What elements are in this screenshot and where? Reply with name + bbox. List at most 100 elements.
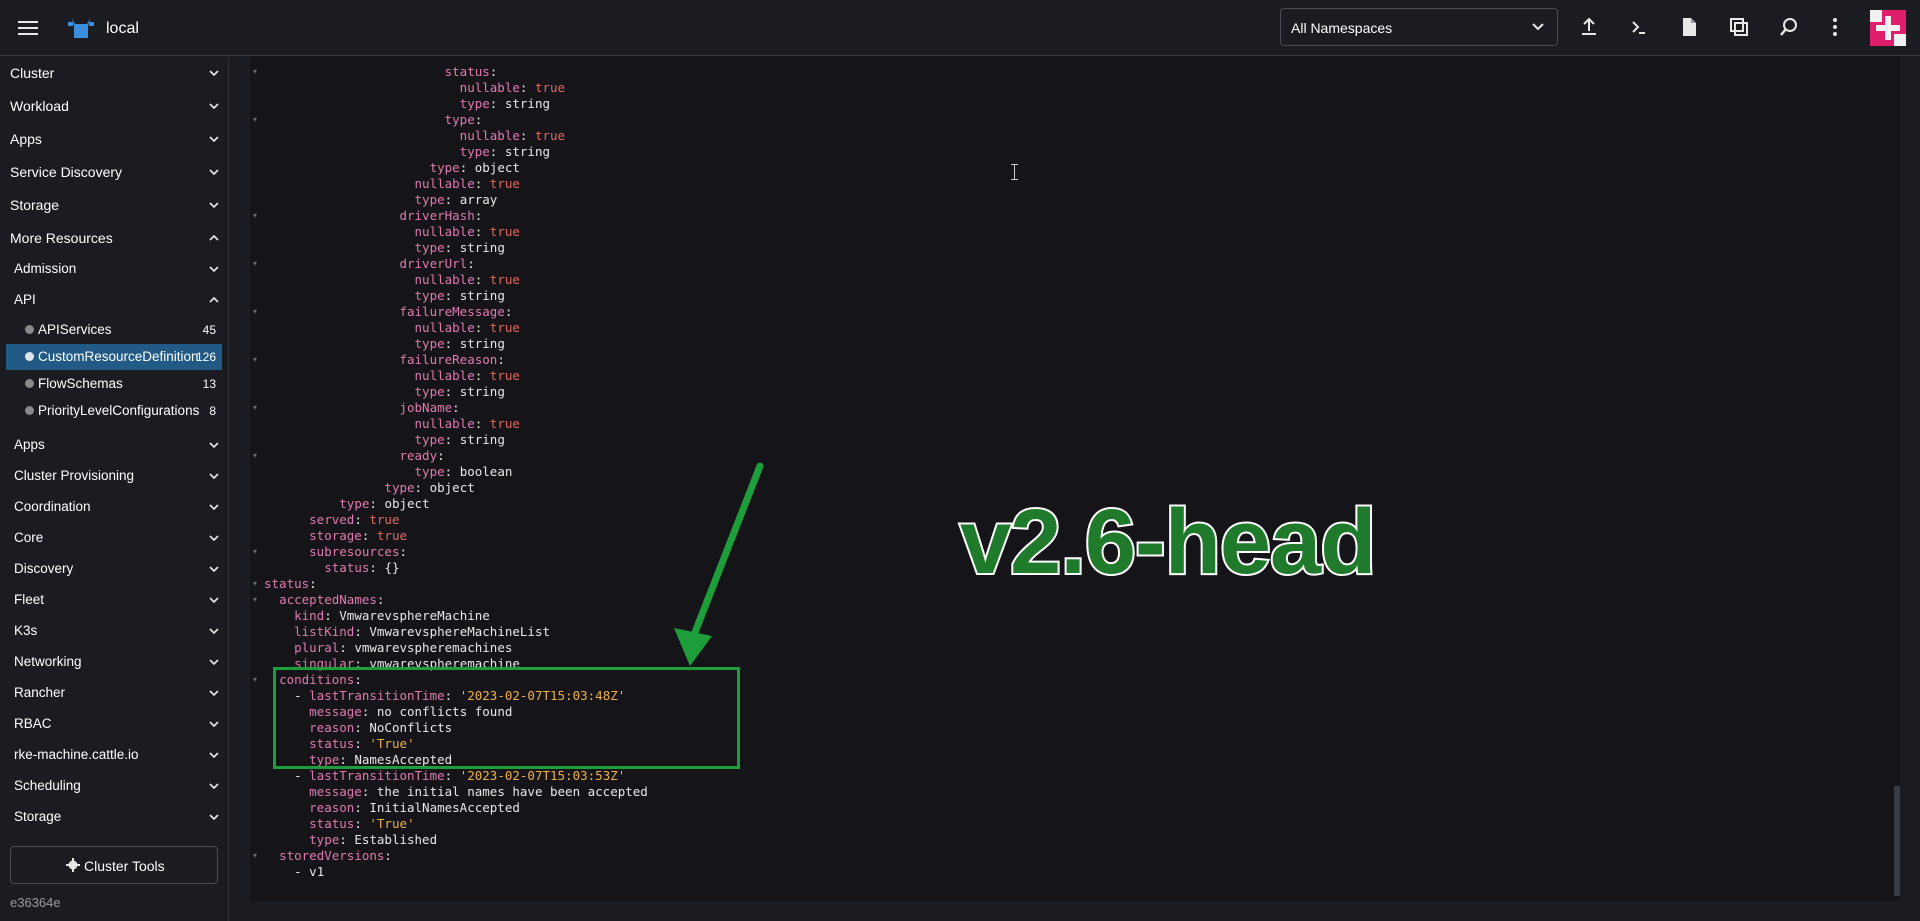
yaml-line: ready: xyxy=(399,448,445,463)
yaml-line: driverHash: xyxy=(399,208,483,223)
sidebar-group-cluster[interactable]: Cluster xyxy=(0,58,228,88)
chevron-down-icon xyxy=(209,136,219,143)
yaml-line: listKind: VmwarevsphereMachineList xyxy=(294,624,551,639)
annotation-arrow-icon xyxy=(674,462,764,666)
sidebar-item-apiservices[interactable]: APIServices 45 xyxy=(6,317,222,343)
yaml-line: type: string xyxy=(459,144,550,159)
yaml-key: type xyxy=(339,496,370,511)
sidebar-subgroup-api[interactable]: API xyxy=(0,285,228,315)
yaml-line: plural: vmwarevspheremachines xyxy=(294,640,513,655)
sidebar-subgroup-admission[interactable]: Admission xyxy=(0,254,228,284)
sidebar-group-storage[interactable]: Storage xyxy=(0,190,228,220)
cluster-cow-icon[interactable] xyxy=(66,14,96,42)
sidebar-item-prioritylevelconfigurations[interactable]: PriorityLevelConfigurations 8 xyxy=(6,398,222,424)
sidebar-group-label: Cluster xyxy=(10,65,55,81)
yaml-line: type: object xyxy=(339,496,430,511)
yaml-key: failureReason xyxy=(399,352,498,367)
sidebar-subgroup-label: K3s xyxy=(14,623,38,638)
namespace-select-value: All Namespaces xyxy=(1291,20,1393,36)
fold-toggle-icon[interactable]: ▾ xyxy=(250,352,260,368)
sidebar-group-apps[interactable]: Apps xyxy=(0,124,228,154)
yaml-line: storage: true xyxy=(309,528,408,543)
copy-kubeconfig-icon[interactable] xyxy=(1728,16,1750,38)
fold-toggle-icon[interactable]: ▾ xyxy=(250,304,260,320)
yaml-line: - v1 xyxy=(294,864,325,879)
conditions-highlight-box xyxy=(273,667,740,769)
yaml-line: type: string xyxy=(414,336,505,351)
sidebar-group-more-resources[interactable]: More Resources xyxy=(0,223,228,253)
chevron-down-icon xyxy=(209,266,219,273)
more-vertical-icon[interactable] xyxy=(1824,16,1846,38)
yaml-value: '2023-02-07T15:03:53Z' xyxy=(459,768,626,783)
sidebar-subgroup-coordination[interactable]: Coordination xyxy=(0,492,228,522)
yaml-key: jobName xyxy=(399,400,453,415)
yaml-value: true xyxy=(376,528,408,543)
sidebar-item-count: 8 xyxy=(209,404,216,418)
fold-toggle-icon[interactable]: ▾ xyxy=(250,64,260,80)
fold-toggle-icon[interactable]: ▾ xyxy=(250,448,260,464)
yaml-line: jobName: xyxy=(399,400,460,415)
fold-toggle-icon[interactable]: ▾ xyxy=(250,208,260,224)
sidebar-group-label: More Resources xyxy=(10,230,113,246)
cluster-name[interactable]: local xyxy=(106,20,139,38)
yaml-key: kind xyxy=(294,608,325,623)
sidebar-subgroup-cluster-provisioning[interactable]: Cluster Provisioning xyxy=(0,461,228,491)
resource-dot-icon xyxy=(25,406,34,415)
upload-icon[interactable] xyxy=(1578,16,1600,38)
sidebar-subgroup-fleet[interactable]: Fleet xyxy=(0,585,228,615)
fold-toggle-icon[interactable]: ▾ xyxy=(250,112,260,128)
sidebar-subgroup-rke-machine-cattle-io[interactable]: rke-machine.cattle.io xyxy=(0,740,228,770)
sidebar-subgroup-scheduling[interactable]: Scheduling xyxy=(0,771,228,801)
sidebar-subgroup-apps[interactable]: Apps xyxy=(0,430,228,460)
sidebar-item-label: CustomResourceDefinition xyxy=(38,349,199,364)
user-avatar[interactable] xyxy=(1870,10,1906,46)
sidebar-subgroup-discovery[interactable]: Discovery xyxy=(0,554,228,584)
yaml-value: true xyxy=(534,128,566,143)
hamburger-menu-button[interactable] xyxy=(16,17,40,39)
sidebar-subgroup-label: Cluster Provisioning xyxy=(14,468,135,483)
sidebar-subgroup-storage[interactable]: Storage xyxy=(0,802,228,832)
kubectl-shell-icon[interactable] xyxy=(1628,16,1650,38)
namespace-select[interactable]: All Namespaces xyxy=(1280,8,1558,46)
fold-toggle-icon[interactable]: ▾ xyxy=(250,256,260,272)
sidebar-subgroup-networking[interactable]: Networking xyxy=(0,647,228,677)
sidebar: Cluster Workload Apps Service Discovery … xyxy=(0,57,229,921)
download-kubeconfig-icon[interactable] xyxy=(1678,16,1700,38)
fold-toggle-icon[interactable]: ▾ xyxy=(250,544,260,560)
yaml-key: listKind xyxy=(294,624,355,639)
yaml-line: status: xyxy=(444,64,498,79)
yaml-key: type xyxy=(414,288,445,303)
yaml-key: status xyxy=(309,816,355,831)
sidebar-subgroup-rancher[interactable]: Rancher xyxy=(0,678,228,708)
chevron-down-icon xyxy=(209,169,219,176)
yaml-editor[interactable]: ▾ status: nullable: true type: string ▾ t… xyxy=(250,56,1900,901)
yaml-line: type: string xyxy=(414,384,505,399)
sidebar-item-flowschemas[interactable]: FlowSchemas 13 xyxy=(6,371,222,397)
yaml-line: failureReason: xyxy=(399,352,505,367)
sidebar-group-workload[interactable]: Workload xyxy=(0,91,228,121)
chevron-down-icon xyxy=(209,473,219,480)
sidebar-item-customresourcedefinition[interactable]: CustomResourceDefinition 126 xyxy=(6,344,222,370)
fold-toggle-icon[interactable]: ▾ xyxy=(250,576,260,592)
chevron-down-icon xyxy=(209,70,219,77)
chevron-down-icon xyxy=(209,442,219,449)
fold-toggle-icon[interactable]: ▾ xyxy=(250,672,260,688)
search-icon[interactable] xyxy=(1778,16,1800,38)
sidebar-subgroup-rbac[interactable]: RBAC xyxy=(0,709,228,739)
sidebar-group-service-discovery[interactable]: Service Discovery xyxy=(0,157,228,187)
sidebar-subgroup-k3s[interactable]: K3s xyxy=(0,616,228,646)
yaml-value: object xyxy=(474,160,520,175)
cluster-tools-button[interactable]: Cluster Tools xyxy=(10,846,218,884)
fold-toggle-icon[interactable]: ▾ xyxy=(250,592,260,608)
yaml-key: type xyxy=(309,832,340,847)
yaml-value: object xyxy=(429,480,475,495)
yaml-value: string xyxy=(459,432,505,447)
yaml-value: boolean xyxy=(459,464,513,479)
chevron-down-icon xyxy=(209,690,219,697)
sidebar-subgroup-core[interactable]: Core xyxy=(0,523,228,553)
yaml-line: status: 'True' xyxy=(309,816,415,831)
fold-toggle-icon[interactable]: ▾ xyxy=(250,848,260,864)
fold-toggle-icon[interactable]: ▾ xyxy=(250,400,260,416)
editor-scrollbar[interactable] xyxy=(1894,786,1900,896)
yaml-line: status: xyxy=(264,576,317,591)
